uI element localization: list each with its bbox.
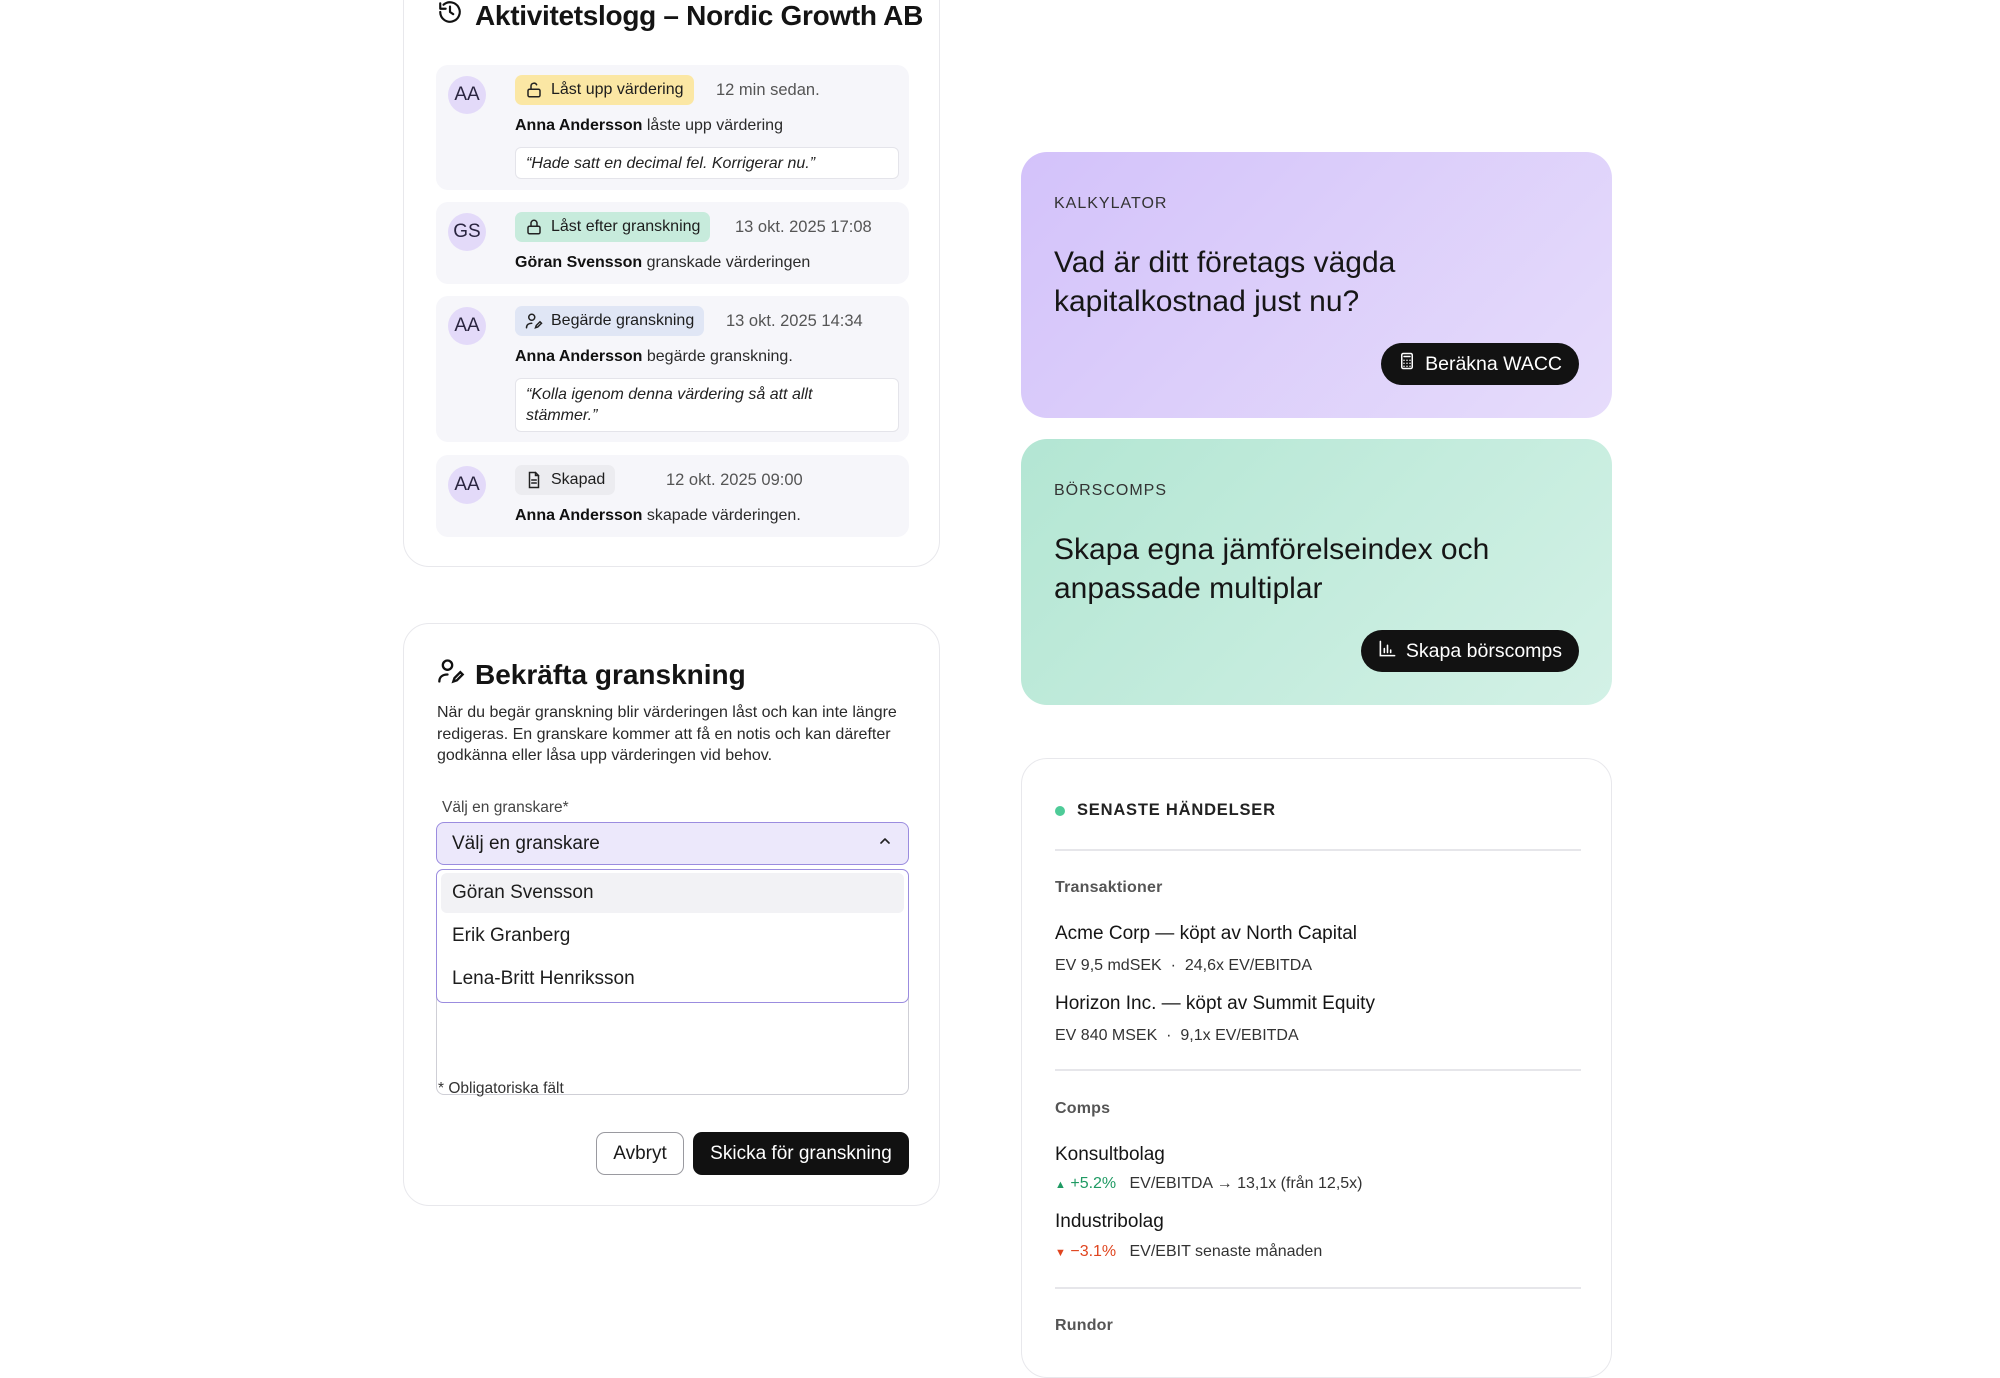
- chevron-up-icon: [877, 833, 893, 855]
- divider: [1055, 1069, 1581, 1071]
- reviewer-select-value: Välj en granskare: [452, 832, 600, 854]
- reviewer-select[interactable]: Välj en granskare: [436, 822, 909, 865]
- activity-log-title: Aktivitetslogg – Nordic Growth AB: [437, 0, 923, 32]
- entry-description: Göran Svensson granskade värderingen: [515, 254, 811, 271]
- status-badge: Begärde granskning: [515, 306, 705, 336]
- wacc-promo-card: KALKYLATOR Vad är ditt företags vägda ka…: [1021, 152, 1612, 418]
- status-badge: Skapad: [515, 465, 616, 495]
- unlock-icon: [525, 81, 543, 99]
- transaction-meta: EV 840 MSEK · 9,1x EV/EBITDA: [1055, 1027, 1299, 1044]
- confirm-review-title: Bekräfta granskning: [437, 657, 746, 692]
- entry-time: 12 okt. 2025 09:00: [666, 471, 803, 489]
- comps-meta: ▼ −3.1% EV/EBIT senaste månaden: [1055, 1243, 1323, 1260]
- activity-entry: AA Begärde granskning 13 okt. 2025 14:34…: [436, 296, 909, 442]
- reviewer-dropdown: Göran Svensson Erik Granberg Lena-Britt …: [436, 869, 909, 1003]
- change-value: −3.1%: [1070, 1243, 1117, 1260]
- avatar: GS: [448, 213, 486, 251]
- calculator-icon: [1398, 351, 1416, 377]
- user-review-icon: [525, 312, 543, 330]
- latest-events-card: SENASTE HÄNDELSER Transaktioner Acme Cor…: [1021, 758, 1612, 1378]
- comps-promo-card: BÖRSCOMPS Skapa egna jämförelseindex och…: [1021, 439, 1612, 705]
- chart-icon: [1378, 639, 1397, 664]
- cancel-button[interactable]: Avbryt: [596, 1132, 684, 1175]
- promo-eyebrow: KALKYLATOR: [1054, 195, 1168, 212]
- entry-description: Anna Andersson låste upp värdering: [515, 117, 783, 134]
- comps-item[interactable]: Konsultbolag: [1055, 1144, 1165, 1166]
- promo-eyebrow: BÖRSCOMPS: [1054, 482, 1168, 499]
- submit-review-button[interactable]: Skicka för granskning: [693, 1132, 909, 1175]
- comps-item[interactable]: Industribolag: [1055, 1211, 1164, 1233]
- status-badge: Låst upp värdering: [515, 75, 694, 105]
- entry-note: “Kolla igenom denna värdering så att all…: [515, 378, 899, 432]
- reviewer-option[interactable]: Erik Granberg: [441, 916, 904, 956]
- trend-up-icon: ▲: [1055, 1179, 1066, 1191]
- lock-icon: [525, 218, 543, 236]
- create-comps-button[interactable]: Skapa börscomps: [1360, 630, 1579, 672]
- transaction-item[interactable]: Horizon Inc. — köpt av Summit Equity: [1055, 993, 1375, 1015]
- activity-entry: AA Skapad 12 okt. 2025 09:00 Anna Anders…: [436, 455, 909, 537]
- transaction-item[interactable]: Acme Corp — köpt av North Capital: [1055, 923, 1357, 945]
- entry-time: 13 okt. 2025 14:34: [726, 312, 863, 330]
- comps-meta: ▲ +5.2% EV/EBITDA → 13,1x (från 12,5x): [1055, 1175, 1363, 1192]
- entry-description: Anna Andersson begärde granskning.: [515, 348, 793, 365]
- entry-note: “Hade satt en decimal fel. Korrigerar nu…: [515, 147, 899, 179]
- transactions-label: Transaktioner: [1055, 879, 1163, 896]
- user-review-icon: [437, 657, 465, 692]
- reviewer-field-label: Välj en granskare*: [442, 799, 569, 816]
- comps-label: Comps: [1055, 1100, 1111, 1117]
- activity-log-card: Aktivitetslogg – Nordic Growth AB AA Lås…: [403, 0, 940, 567]
- avatar: AA: [448, 307, 486, 345]
- document-icon: [525, 471, 543, 489]
- status-badge: Låst efter granskning: [515, 212, 711, 242]
- promo-headline: Vad är ditt företags vägda kapitalkostna…: [1054, 246, 1396, 318]
- confirm-description: När du begär granskning blir värderingen…: [437, 704, 897, 764]
- avatar: AA: [448, 466, 486, 504]
- transaction-meta: EV 9,5 mdSEK · 24,6x EV/EBITDA: [1055, 957, 1312, 974]
- trend-down-icon: ▼: [1055, 1247, 1066, 1259]
- avatar: AA: [448, 76, 486, 114]
- reviewer-option[interactable]: Göran Svensson: [441, 873, 904, 913]
- history-icon: [437, 0, 463, 32]
- divider: [1055, 1287, 1581, 1289]
- divider: [1055, 849, 1581, 851]
- required-fields-note: * Obligatoriska fält: [438, 1080, 564, 1097]
- entry-time: 12 min sedan.: [716, 81, 820, 99]
- promo-headline: Skapa egna jämförelseindex och anpassade…: [1054, 533, 1490, 605]
- change-value: +5.2%: [1070, 1175, 1117, 1192]
- latest-events-title: SENASTE HÄNDELSER: [1055, 801, 1276, 820]
- confirm-review-card: Bekräfta granskning När du begär granskn…: [403, 623, 940, 1206]
- entry-time: 13 okt. 2025 17:08: [735, 218, 872, 236]
- live-dot-icon: [1055, 805, 1065, 816]
- activity-entry: GS Låst efter granskning 13 okt. 2025 17…: [436, 202, 909, 284]
- rounds-label: Rundor: [1055, 1317, 1114, 1334]
- entry-description: Anna Andersson skapade värderingen.: [515, 507, 801, 524]
- activity-entry: AA Låst upp värdering 12 min sedan. Anna…: [436, 65, 909, 190]
- reviewer-option[interactable]: Lena-Britt Henriksson: [441, 959, 904, 999]
- calculate-wacc-button[interactable]: Beräkna WACC: [1381, 343, 1579, 385]
